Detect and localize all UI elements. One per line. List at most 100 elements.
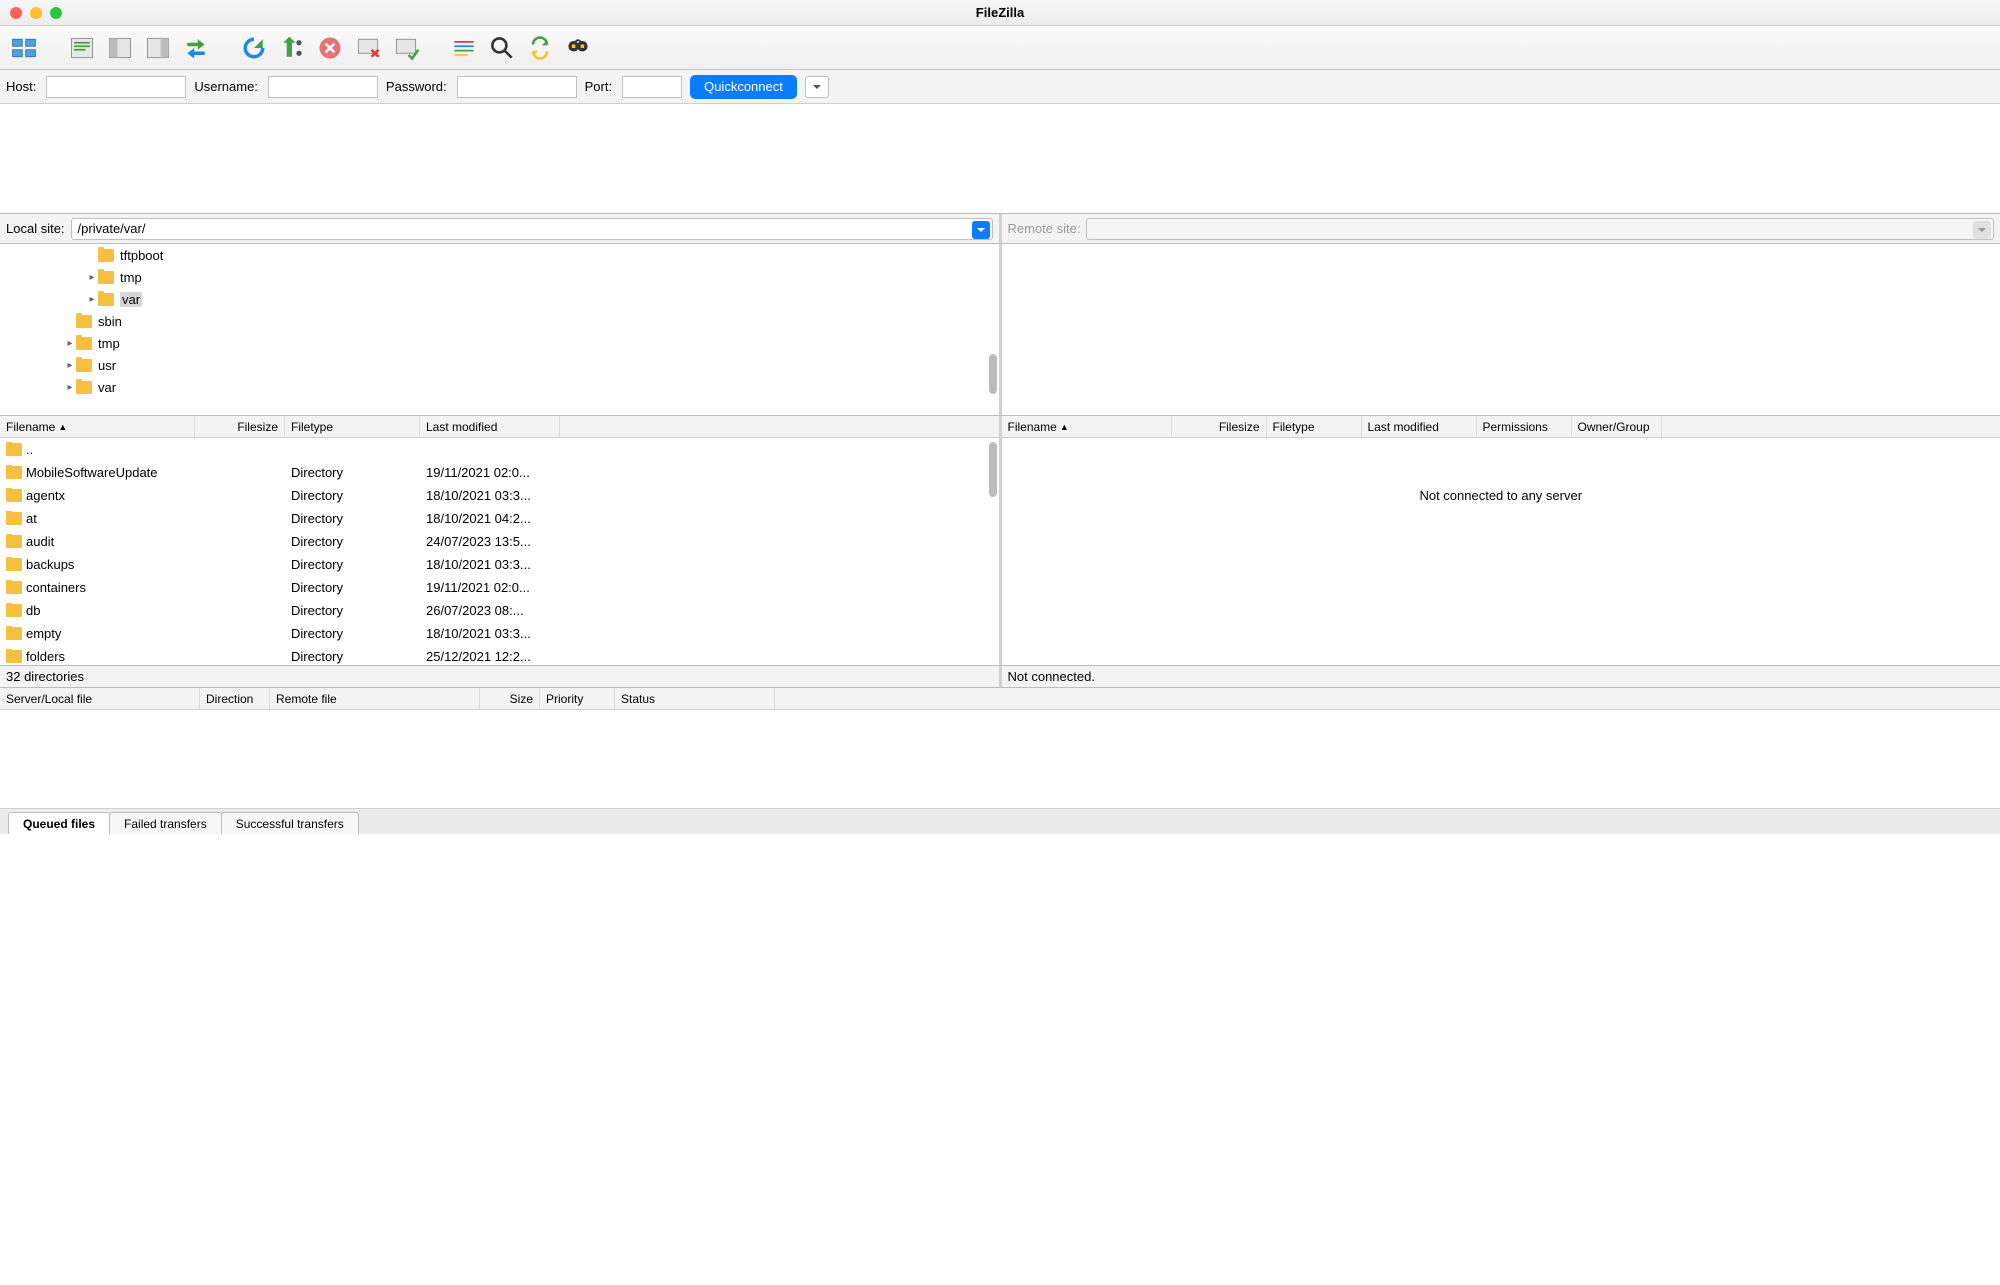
folder-icon	[76, 337, 92, 350]
disclosure-triangle-icon[interactable]: ▸	[86, 272, 98, 283]
folder-icon	[6, 650, 22, 663]
column-header[interactable]: Filetype	[1267, 416, 1362, 437]
column-header[interactable]: Filetype	[285, 416, 420, 437]
host-input[interactable]	[46, 76, 186, 98]
file-name: folders	[26, 649, 65, 664]
password-label: Password:	[386, 79, 447, 94]
queue-body[interactable]	[0, 710, 2000, 808]
remote-list-header: Filename▲FilesizeFiletypeLast modifiedPe…	[1002, 416, 2000, 438]
queue-header: Server/Local fileDirectionRemote fileSiz…	[0, 688, 2000, 710]
cancel-button[interactable]	[312, 30, 348, 66]
column-header[interactable]: Server/Local file	[0, 688, 200, 709]
tree-item-label: usr	[98, 358, 116, 373]
sync-browse-button[interactable]	[522, 30, 558, 66]
zoom-window-button[interactable]	[50, 7, 62, 19]
local-site-bar: Local site: /private/var/	[0, 214, 999, 243]
disconnect-button[interactable]	[350, 30, 386, 66]
toggle-log-button[interactable]	[64, 30, 100, 66]
folder-icon	[98, 271, 114, 284]
column-header[interactable]: Last modified	[420, 416, 560, 437]
column-header[interactable]: Permissions	[1477, 416, 1572, 437]
file-type: Directory	[285, 488, 420, 503]
refresh-button[interactable]	[236, 30, 272, 66]
local-list-scrollbar[interactable]	[989, 442, 997, 497]
file-row[interactable]: foldersDirectory25/12/2021 12:2...	[0, 645, 999, 665]
tree-item[interactable]: ▸var	[0, 376, 999, 398]
column-header[interactable]: Direction	[200, 688, 270, 709]
disclosure-triangle-icon[interactable]: ▸	[64, 338, 76, 349]
tree-item[interactable]: ▸tmp	[0, 266, 999, 288]
minimize-window-button[interactable]	[30, 7, 42, 19]
file-row[interactable]: emptyDirectory18/10/2021 03:3...	[0, 622, 999, 645]
password-input[interactable]	[457, 76, 577, 98]
column-header[interactable]: Priority	[540, 688, 615, 709]
tree-item[interactable]: ▸tmp	[0, 332, 999, 354]
column-header[interactable]: Last modified	[1362, 416, 1477, 437]
file-modified: 18/10/2021 03:3...	[420, 626, 560, 641]
file-row[interactable]: backupsDirectory18/10/2021 03:3...	[0, 553, 999, 576]
column-header[interactable]: Filename▲	[0, 416, 195, 437]
file-name: agentx	[26, 488, 65, 503]
file-row[interactable]: ..	[0, 438, 999, 461]
toggle-remote-tree-button[interactable]	[140, 30, 176, 66]
process-queue-button[interactable]	[274, 30, 310, 66]
column-header[interactable]: Owner/Group	[1572, 416, 1662, 437]
file-type: Directory	[285, 465, 420, 480]
username-input[interactable]	[268, 76, 378, 98]
file-row[interactable]: atDirectory18/10/2021 04:2...	[0, 507, 999, 530]
tree-item[interactable]: tftpboot	[0, 244, 999, 266]
port-input[interactable]	[622, 76, 682, 98]
folder-icon	[76, 315, 92, 328]
local-list-body[interactable]: ..MobileSoftwareUpdateDirectory19/11/202…	[0, 438, 999, 665]
folder-icon	[98, 249, 114, 262]
tree-item[interactable]: sbin	[0, 310, 999, 332]
toggle-queue-button[interactable]	[178, 30, 214, 66]
disclosure-triangle-icon[interactable]: ▸	[64, 382, 76, 393]
column-header[interactable]: Filesize	[195, 416, 285, 437]
tab-successful-transfers[interactable]: Successful transfers	[221, 812, 359, 834]
filter-button[interactable]	[446, 30, 482, 66]
remote-site-label: Remote site:	[1008, 221, 1081, 236]
host-label: Host:	[6, 79, 36, 94]
file-row[interactable]: auditDirectory24/07/2023 13:5...	[0, 530, 999, 553]
column-header[interactable]: Status	[615, 688, 775, 709]
column-header[interactable]: Filename▲	[1002, 416, 1172, 437]
local-file-list: Filename▲FilesizeFiletypeLast modified .…	[0, 416, 999, 665]
local-tree[interactable]: tftpboot▸tmp▸varsbin▸tmp▸usr▸var	[0, 244, 999, 415]
local-tree-scrollbar[interactable]	[989, 354, 997, 394]
local-site-combo[interactable]: /private/var/	[71, 218, 993, 240]
file-row[interactable]: MobileSoftwareUpdateDirectory19/11/2021 …	[0, 461, 999, 484]
close-window-button[interactable]	[10, 7, 22, 19]
file-modified: 25/12/2021 12:2...	[420, 649, 560, 664]
remote-site-dropdown-arrow[interactable]	[1973, 221, 1991, 239]
quickconnect-history-dropdown[interactable]	[805, 76, 829, 98]
quickconnect-button[interactable]: Quickconnect	[690, 75, 797, 99]
toggle-local-tree-button[interactable]	[102, 30, 138, 66]
column-header[interactable]: Size	[480, 688, 540, 709]
tree-item[interactable]: ▸ usr	[0, 354, 999, 376]
remote-list-body[interactable]: Not connected to any server	[1002, 438, 2000, 665]
tab-failed-transfers[interactable]: Failed transfers	[109, 812, 222, 834]
file-row[interactable]: agentxDirectory18/10/2021 03:3...	[0, 484, 999, 507]
file-name: db	[26, 603, 40, 618]
sort-ascending-icon: ▲	[58, 422, 67, 432]
tree-item[interactable]: ▸var	[0, 288, 999, 310]
tab-queued-files[interactable]: Queued files	[8, 812, 110, 834]
file-row[interactable]: containersDirectory19/11/2021 02:0...	[0, 576, 999, 599]
file-type: Directory	[285, 534, 420, 549]
file-row[interactable]: dbDirectory26/07/2023 08:...	[0, 599, 999, 622]
remote-tree[interactable]	[999, 244, 2000, 415]
search-button[interactable]	[560, 30, 596, 66]
compare-button[interactable]	[484, 30, 520, 66]
message-log[interactable]	[0, 104, 2000, 214]
disclosure-triangle-icon[interactable]: ▸	[86, 294, 98, 305]
reconnect-button[interactable]	[388, 30, 424, 66]
file-modified: 24/07/2023 13:5...	[420, 534, 560, 549]
remote-site-combo[interactable]	[1086, 218, 1994, 240]
column-header[interactable]: Filesize	[1172, 416, 1267, 437]
site-manager-button[interactable]	[6, 30, 42, 66]
local-site-dropdown-arrow[interactable]	[972, 221, 990, 239]
username-label: Username:	[194, 79, 258, 94]
disclosure-triangle-icon[interactable]: ▸	[64, 360, 76, 371]
column-header[interactable]: Remote file	[270, 688, 480, 709]
